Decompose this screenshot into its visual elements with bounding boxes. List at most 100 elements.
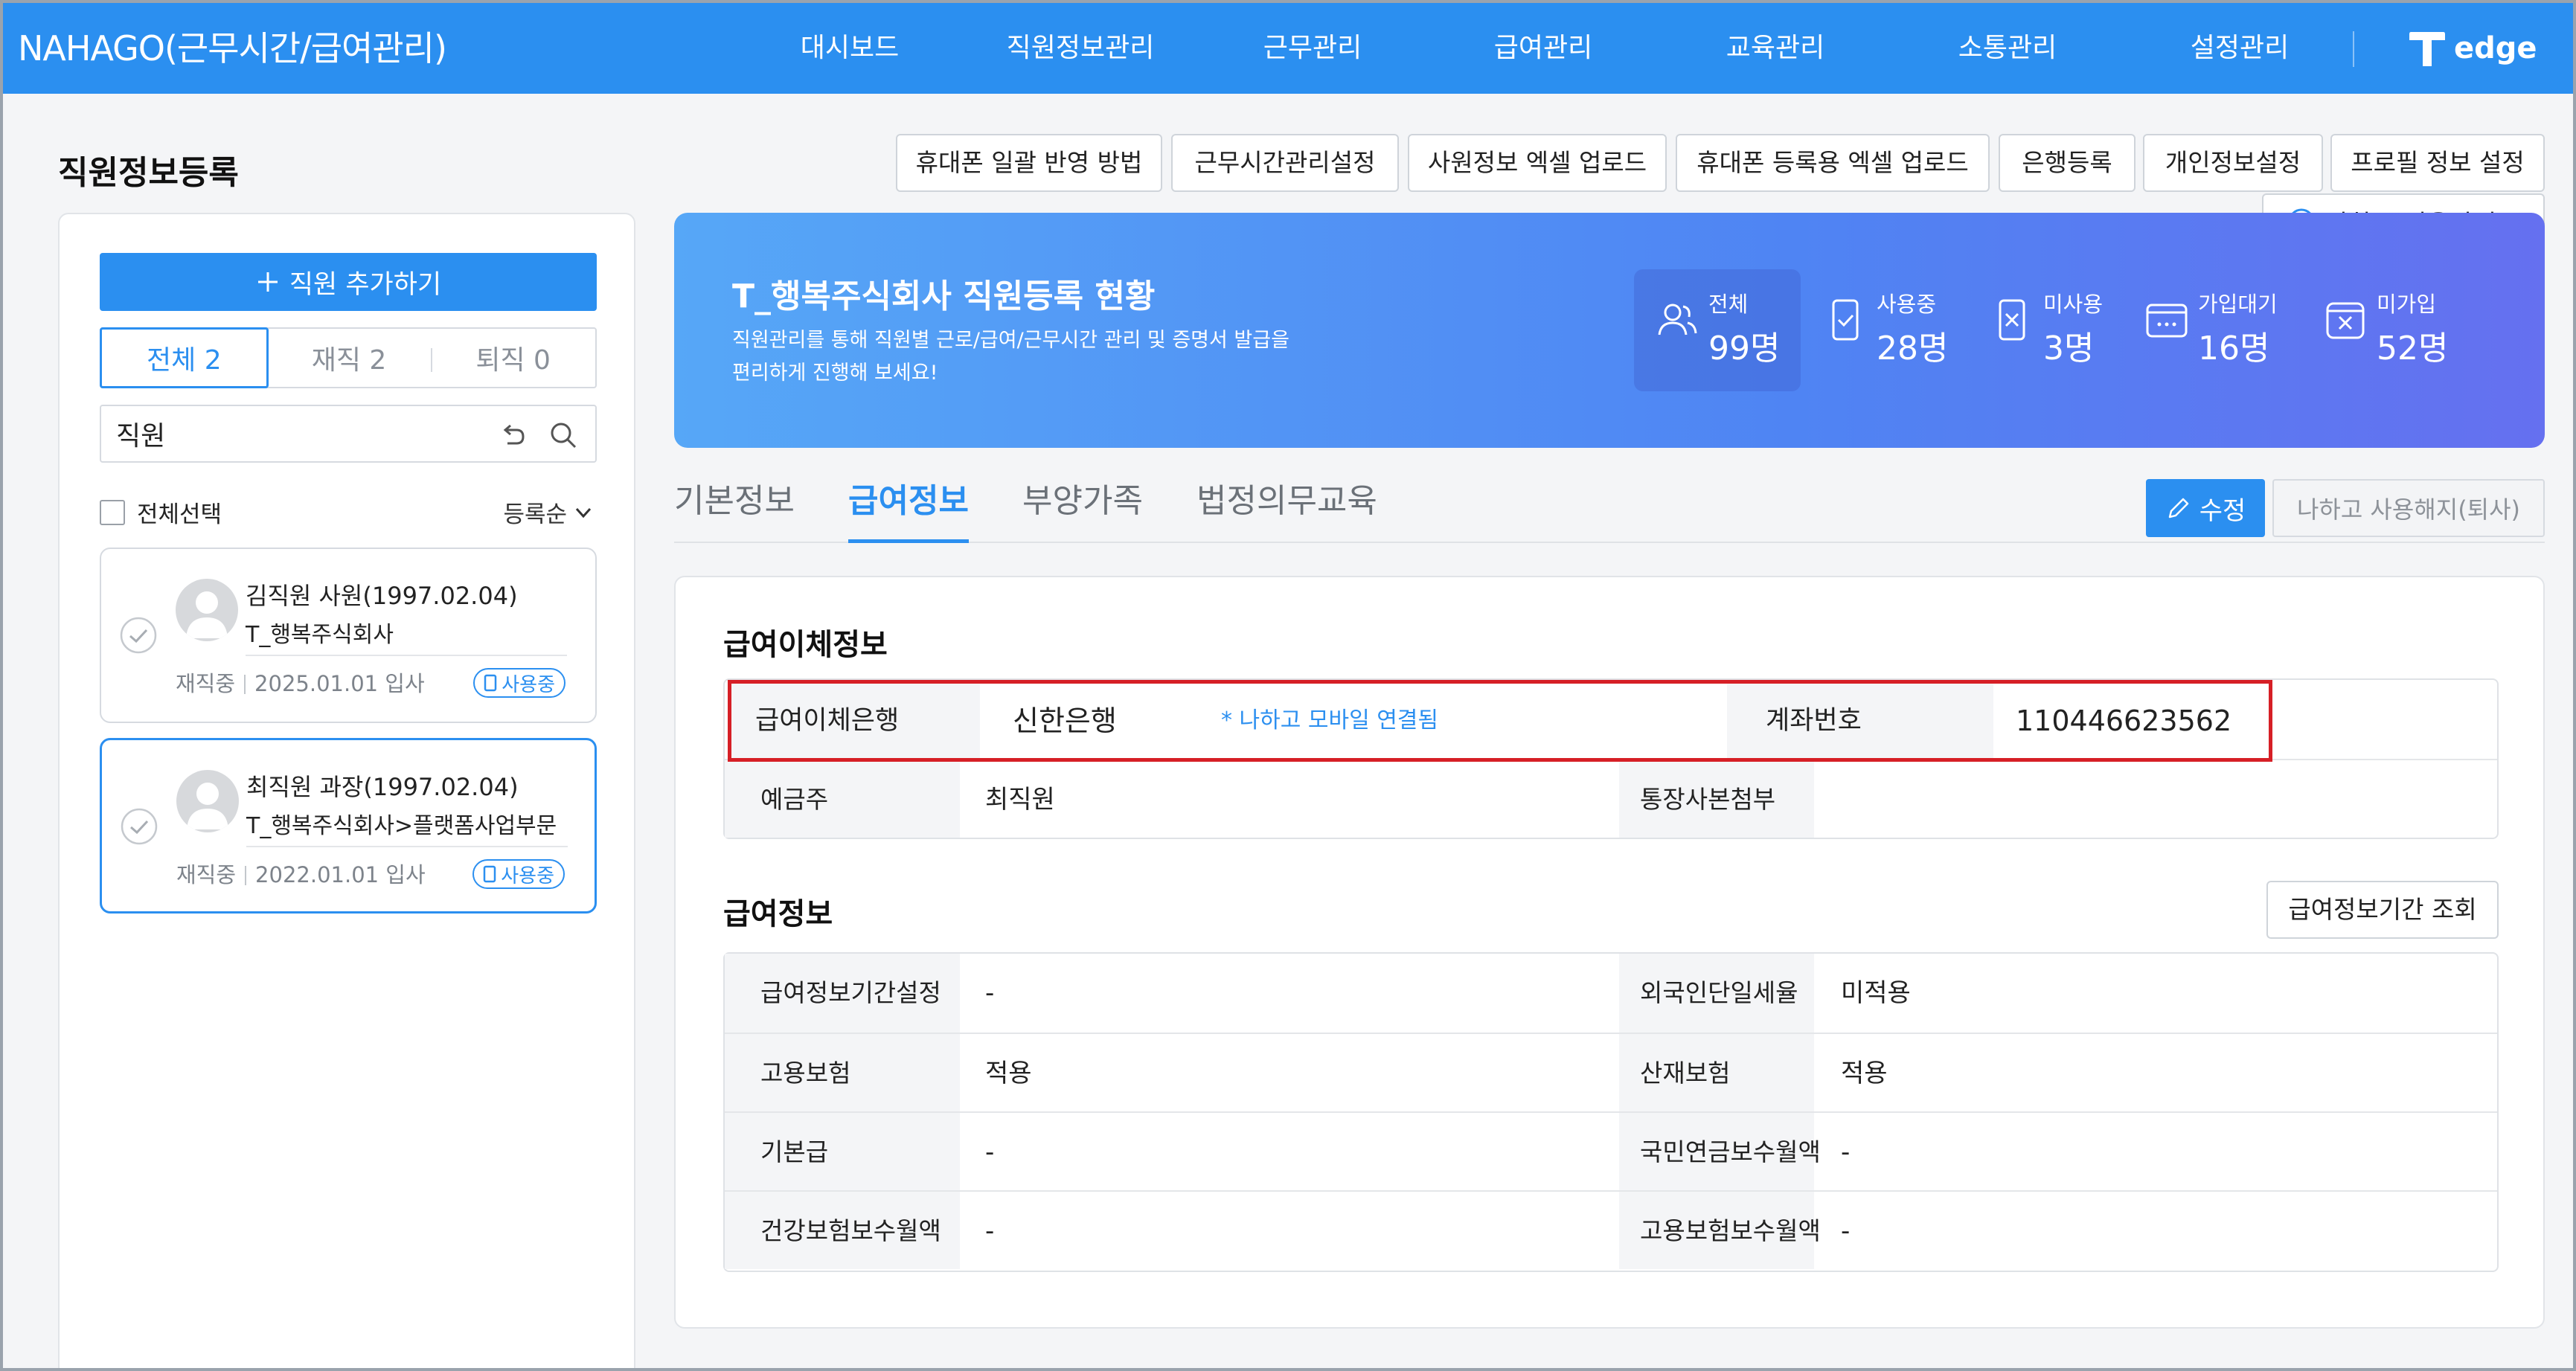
- stat-value: 99명: [1708, 330, 1781, 367]
- join-date: 2025.01.01 입사: [254, 671, 425, 696]
- salary-info-title: 급여정보: [723, 897, 833, 931]
- salary-label: 외국인단일세율: [1640, 978, 1798, 1007]
- salary-row: 건강보험보수월액 - 고용보험보수월액 -: [725, 1190, 2497, 1269]
- salary-value: -: [985, 978, 995, 1008]
- stat-label: 가입대기: [2198, 292, 2278, 317]
- select-all-checkbox[interactable]: [100, 499, 125, 525]
- top-navigation-bar: NAHAGO(근무시간/급여관리) 대시보드 직원정보관리 근무관리 급여관리 …: [3, 3, 2573, 94]
- nav-employee-info[interactable]: 직원정보관리: [1007, 3, 1155, 94]
- salary-label: 고용보험보수월액: [1640, 1216, 1821, 1245]
- phone-x-icon: [1999, 299, 2025, 341]
- banner-desc-line-2: 편리하게 진행해 보세요!: [732, 362, 938, 385]
- status-badge-label: 사용중: [501, 864, 554, 887]
- bank-register-button[interactable]: 은행등록: [1999, 134, 2136, 192]
- search-icon[interactable]: [548, 420, 579, 451]
- reset-icon[interactable]: [497, 420, 528, 451]
- brand-title[interactable]: NAHAGO(근무시간/급여관리): [18, 3, 447, 94]
- bank-account-highlight: 급여이체은행 신한은행 * 나하고 모바일 연결됨 계좌번호 110446623…: [728, 680, 2272, 762]
- edit-button[interactable]: 수정: [2146, 479, 2265, 537]
- check-circle-icon[interactable]: [120, 807, 158, 846]
- employee-meta: 재직중 2022.01.01 입사: [176, 858, 426, 889]
- sort-label: 등록순: [503, 501, 567, 528]
- add-employee-button[interactable]: 직원 추가하기: [100, 253, 597, 311]
- check-circle-icon[interactable]: [119, 616, 158, 655]
- logo-text: edge: [2454, 31, 2537, 65]
- account-label: 계좌번호: [1766, 706, 1862, 736]
- status-badge: 사용중: [472, 859, 565, 889]
- nav-dashboard[interactable]: 대시보드: [801, 3, 899, 94]
- nav-communication-management[interactable]: 소통관리: [1958, 3, 2057, 94]
- tab-basic-info[interactable]: 기본정보: [674, 472, 795, 543]
- nav-education-management[interactable]: 교육관리: [1726, 3, 1824, 94]
- stat-label: 사용중: [1877, 292, 1937, 317]
- app-window: NAHAGO(근무시간/급여관리) 대시보드 직원정보관리 근무관리 급여관리 …: [0, 0, 2576, 1371]
- avatar: [176, 579, 238, 641]
- employment-status: 재직중: [176, 671, 236, 696]
- profile-settings-button[interactable]: 프로필 정보 설정: [2330, 134, 2545, 192]
- holder-row: 예금주 최직원 통장사본첨부: [725, 759, 2497, 838]
- employee-search-input[interactable]: [116, 414, 473, 454]
- stat-label: 미사용: [2043, 292, 2104, 317]
- nav-payroll-management[interactable]: 급여관리: [1494, 3, 1592, 94]
- stat-label: 전체: [1708, 292, 1749, 317]
- work-hours-settings-button[interactable]: 근무시간관리설정: [1171, 134, 1399, 192]
- employee-card[interactable]: 김직원 사원(1997.02.04) T_행복주식회사 재직중 2025.01.0…: [100, 548, 597, 723]
- tab-dependents[interactable]: 부양가족: [1022, 472, 1143, 543]
- salary-value: -: [1841, 1137, 1851, 1167]
- card-divider: [246, 655, 567, 656]
- salary-label: 급여정보기간설정: [760, 978, 941, 1007]
- phone-check-icon: [1832, 299, 1859, 341]
- holder-value: 최직원: [985, 785, 1055, 815]
- filter-retired[interactable]: 퇴직 0: [431, 329, 595, 387]
- pencil-icon: [2168, 498, 2188, 518]
- select-all-control[interactable]: 전체선택: [100, 495, 222, 529]
- employee-excel-upload-button[interactable]: 사원정보 엑셀 업로드: [1408, 134, 1667, 192]
- salary-row: 급여정보기간설정 - 외국인단일세율 미적용: [725, 954, 2497, 1033]
- join-date: 2022.01.01 입사: [255, 862, 426, 887]
- salary-value: 적용: [985, 1059, 1032, 1088]
- phone-icon: [484, 674, 497, 692]
- stat-value: 3명: [2043, 330, 2095, 367]
- status-filter-tabs: 전체 2 재직 2 퇴직 0: [100, 327, 597, 388]
- deactivate-button[interactable]: 나하고 사용해지(퇴사): [2272, 479, 2545, 537]
- phone-excel-upload-button[interactable]: 휴대폰 등록용 엑셀 업로드: [1676, 134, 1990, 192]
- employee-meta: 재직중 2025.01.01 입사: [176, 667, 425, 698]
- filter-retired-label: 퇴직 0: [475, 345, 551, 376]
- filter-employed-label: 재직 2: [311, 345, 387, 376]
- payroll-transfer-title: 급여이체정보: [723, 628, 888, 662]
- phone-bulk-apply-guide-button[interactable]: 휴대폰 일괄 반영 방법: [896, 134, 1162, 192]
- filter-all[interactable]: 전체 2: [100, 327, 269, 388]
- privacy-settings-button[interactable]: 개인정보설정: [2143, 134, 2323, 192]
- salary-row: 고용보험 적용 산재보험 적용: [725, 1033, 2497, 1111]
- banner-desc-line-1: 직원관리를 통해 직원별 근로/급여/근무시간 관리 및 증명서 발급을: [732, 329, 1289, 352]
- salary-period-lookup-button[interactable]: 급여정보기간 조회: [2266, 881, 2499, 939]
- employee-list-panel: 직원 추가하기 전체 2 재직 2 퇴직 0 전체선택 등록순: [58, 213, 635, 1368]
- employee-name: 최직원 과장(1997.02.04): [246, 773, 519, 801]
- salary-info-table: 급여정보기간설정 - 외국인단일세율 미적용 고용보험 적용 산재보험 적용 기…: [723, 952, 2499, 1272]
- t-logo-icon: [2409, 32, 2445, 66]
- salary-label: 고용보험: [760, 1059, 851, 1088]
- banner-title: T_행복주식회사 직원등록 현황: [732, 277, 1156, 315]
- nav-settings-management[interactable]: 설정관리: [2191, 3, 2289, 94]
- filter-employed[interactable]: 재직 2: [267, 329, 432, 387]
- people-icon: [1658, 304, 1697, 335]
- status-badge: 사용중: [473, 668, 565, 698]
- pending-icon: [2146, 304, 2188, 338]
- salary-value: 적용: [1841, 1059, 1888, 1088]
- employee-card-selected[interactable]: 최직원 과장(1997.02.04) T_행복주식회사>플랫폼사업부문 재직중 2…: [100, 738, 597, 914]
- meta-divider: [244, 675, 246, 694]
- payroll-info-card: 급여이체정보 예금주 최직원 통장사본첨부 급여이체은행 신한은행 * 나하고 …: [674, 576, 2545, 1329]
- avatar-placeholder-icon: [186, 591, 228, 638]
- nav-work-management[interactable]: 근무관리: [1263, 3, 1362, 94]
- tedge-logo[interactable]: edge: [2408, 24, 2537, 73]
- salary-label: 기본급: [760, 1137, 829, 1166]
- tab-payroll-info[interactable]: 급여정보: [848, 472, 969, 543]
- employment-status: 재직중: [176, 862, 237, 887]
- unregistered-icon: [2326, 302, 2365, 339]
- tab-mandatory-training[interactable]: 법정의무교육: [1196, 472, 1377, 543]
- add-employee-label: 직원 추가하기: [289, 269, 442, 300]
- stat-value: 52명: [2377, 330, 2449, 367]
- bankbook-label: 통장사본첨부: [1640, 785, 1776, 814]
- bank-value: 신한은행: [1013, 704, 1117, 737]
- sort-dropdown[interactable]: 등록순: [503, 495, 594, 529]
